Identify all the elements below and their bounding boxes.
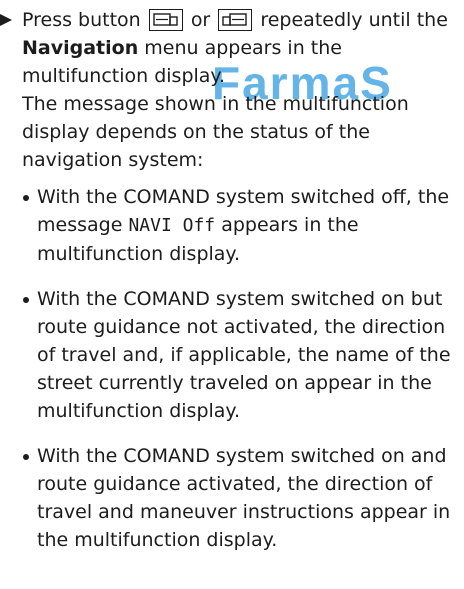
menu-name: Navigation — [22, 37, 139, 59]
display-message-code: NAVI Off — [128, 215, 216, 236]
instruction-step: Press button or repeatedly until the Nav… — [0, 6, 464, 174]
display-page-left-icon — [148, 9, 183, 31]
step-info-text: The message shown in the multifunction d… — [22, 93, 409, 171]
bullet-icon — [23, 297, 29, 303]
list-item: With the COMAND system switched on but r… — [22, 285, 464, 425]
bullet-icon — [23, 195, 29, 201]
bullet-icon — [23, 454, 29, 460]
manual-page: FarmaS Press button or repeatedly until … — [0, 0, 464, 589]
status-list: With the COMAND system switched off, the… — [0, 183, 464, 554]
item3-text: With the COMAND system switched on and r… — [37, 445, 451, 551]
step-repeatedly-text: repeatedly until the — [260, 9, 448, 31]
instruction-content: Press button or repeatedly until the Nav… — [0, 6, 464, 571]
list-item: With the COMAND system switched off, the… — [22, 183, 464, 268]
step-press-text: Press button — [22, 9, 141, 31]
step-arrow-icon — [0, 14, 12, 26]
list-item: With the COMAND system switched on and r… — [22, 442, 464, 554]
item2-text: With the COMAND system switched on but r… — [37, 288, 451, 422]
display-page-right-icon — [218, 9, 253, 31]
step-or-text: or — [190, 9, 211, 31]
